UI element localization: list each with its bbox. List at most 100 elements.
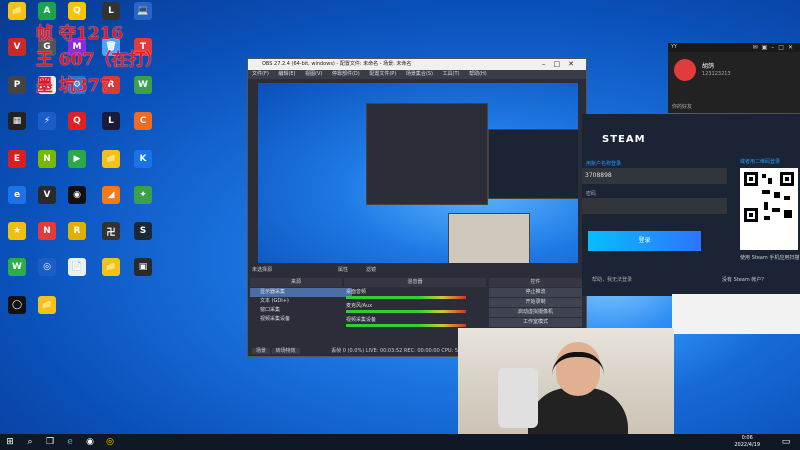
desktop-icon[interactable]: ★: [2, 222, 32, 242]
app-icon: ▦: [8, 112, 26, 130]
menu-scene-collection[interactable]: 场景集合(S): [406, 71, 433, 77]
chat-title: YY: [671, 44, 678, 50]
desktop-icon[interactable]: ▣: [128, 258, 158, 278]
menu-file[interactable]: 文件(F): [252, 71, 269, 77]
avatar[interactable]: [674, 59, 696, 81]
signup-text[interactable]: 没有 Steam 帐户？: [722, 276, 766, 283]
desktop-icon[interactable]: ◯: [2, 296, 32, 316]
filters-button[interactable]: 滤镜: [366, 266, 376, 275]
desktop-icon[interactable]: V: [2, 38, 32, 58]
obs-preview[interactable]: [258, 83, 578, 263]
app-icon: P: [8, 76, 26, 94]
window-controls[interactable]: –□✕: [542, 59, 582, 70]
app-icon: N: [38, 150, 56, 168]
desktop-icon[interactable]: L: [96, 2, 126, 22]
desktop-icon[interactable]: N: [32, 222, 62, 242]
desktop-icon[interactable]: E: [2, 150, 32, 170]
chat-window-controls[interactable]: ✉▣–□✕: [753, 43, 797, 52]
desktop-icon[interactable]: C: [128, 112, 158, 132]
app-icon: 📁: [8, 2, 26, 20]
qr-code: [740, 168, 798, 250]
desktop-icon[interactable]: L: [96, 112, 126, 132]
menu-profile[interactable]: 配置文件(P): [369, 71, 396, 77]
desktop-icon[interactable]: K: [128, 150, 158, 170]
start-recording-button[interactable]: 开始录制: [489, 298, 582, 307]
taskbar: ⊞ ⌕ ❒ e ◉ ◎ 0:06 2022/4/19 ▭: [0, 434, 800, 450]
overlay-line-1: 帧 夺1216: [36, 24, 124, 44]
chat-titlebar[interactable]: YY ✉▣–□✕: [668, 43, 800, 52]
app-icon: ◢: [102, 186, 120, 204]
desktop-icon[interactable]: V: [32, 186, 62, 206]
app-taskbar-icon[interactable]: ◎: [104, 436, 116, 448]
source-item[interactable]: 窗口采集: [250, 306, 352, 315]
menu-tools[interactable]: 工具(T): [443, 71, 460, 77]
login-button[interactable]: 登录: [588, 231, 701, 251]
system-clock[interactable]: 0:06 2022/4/19: [734, 435, 760, 449]
desktop-icon[interactable]: e: [2, 186, 32, 206]
desktop-icon[interactable]: ▶: [62, 150, 92, 170]
menu-edit[interactable]: 编辑(E): [278, 71, 295, 77]
desktop-icon[interactable]: 卍: [96, 222, 126, 242]
desktop-icon[interactable]: ◢: [96, 186, 126, 206]
obs-window[interactable]: OBS 27.2.4 (64-bit, windows) - 配置文件: 未命名…: [247, 58, 590, 357]
task-view-icon[interactable]: ❒: [44, 436, 56, 448]
tab-transitions[interactable]: 转场特效: [271, 348, 300, 354]
desktop-icon[interactable]: ◉: [62, 186, 92, 206]
desktop-icon[interactable]: 📁: [32, 296, 62, 316]
desktop-icon[interactable]: Q: [62, 2, 92, 22]
menu-view[interactable]: 视图(V): [305, 71, 322, 77]
app-icon: ◯: [8, 296, 26, 314]
desktop-icon[interactable]: 📁: [96, 150, 126, 170]
virtual-camera-button[interactable]: 启动虚拟摄像机: [489, 308, 582, 317]
desktop-icon[interactable]: ✦: [128, 186, 158, 206]
app-icon: ◎: [38, 258, 56, 276]
tab-scenes[interactable]: 场景: [252, 348, 271, 354]
windows-start-icon[interactable]: ⊞: [4, 436, 16, 448]
desktop-icon[interactable]: ⚡: [32, 112, 62, 132]
app-icon: 📁: [102, 150, 120, 168]
stop-streaming-button[interactable]: 停止推流: [489, 288, 582, 297]
app-icon: C: [134, 112, 152, 130]
password-field[interactable]: [582, 198, 727, 214]
desktop-icon[interactable]: A: [32, 2, 62, 22]
account-field[interactable]: 3708898: [582, 168, 727, 184]
desktop-icon[interactable]: ▦: [2, 112, 32, 132]
desktop-icon[interactable]: 💻: [128, 2, 158, 22]
desktop-icon[interactable]: Q: [62, 112, 92, 132]
desktop-icon[interactable]: 📄: [62, 258, 92, 278]
desktop-icon[interactable]: R: [62, 222, 92, 242]
desktop-icon[interactable]: W: [128, 76, 158, 96]
menu-docks[interactable]: 停靠部件(D): [332, 71, 360, 77]
steam-taskbar-icon[interactable]: ◉: [84, 436, 96, 448]
steam-login-window[interactable]: STEAM 用账户名称登录 3708898 密码 登录 帮助，我无法登录 或者用…: [582, 114, 800, 296]
help-link[interactable]: 帮助，我无法登录: [592, 276, 632, 283]
properties-button[interactable]: 属性: [338, 266, 348, 275]
desktop-icon[interactable]: P: [2, 76, 32, 96]
app-icon: 卍: [102, 222, 120, 240]
obs-titlebar[interactable]: OBS 27.2.4 (64-bit, windows) - 配置文件: 未命名…: [248, 59, 586, 70]
source-item[interactable]: 显示器采集: [250, 288, 352, 297]
desktop-icon[interactable]: 📁: [96, 258, 126, 278]
source-item[interactable]: 视频采集设备: [250, 315, 352, 324]
studio-mode-button[interactable]: 工作室模式: [489, 318, 582, 327]
sources-header: 来源: [250, 278, 342, 287]
clock-date: 2022/4/19: [734, 442, 760, 448]
desktop-icon[interactable]: S: [128, 222, 158, 242]
desktop-icon[interactable]: ◎: [32, 258, 62, 278]
menu-help[interactable]: 帮助(H): [469, 71, 487, 77]
app-icon: E: [8, 150, 26, 168]
search-icon[interactable]: ⌕: [24, 436, 36, 448]
app-icon: W: [134, 76, 152, 94]
password-label: 密码: [586, 191, 597, 197]
preview-webcam: [448, 213, 530, 263]
desktop-icon[interactable]: N: [32, 150, 62, 170]
desktop-icon[interactable]: 📁: [2, 2, 32, 22]
app-icon: ⚡: [38, 112, 56, 130]
edge-icon[interactable]: e: [64, 436, 76, 448]
notification-icon[interactable]: ▭: [780, 436, 792, 448]
source-item[interactable]: 文本 (GDI+): [250, 297, 352, 306]
chat-window[interactable]: YY ✉▣–□✕ 胡鸽 123123213 你的好友: [668, 43, 800, 113]
no-source-bar: 未选择源 属性 滤镜: [248, 266, 590, 275]
desktop-icon[interactable]: W: [2, 258, 32, 278]
controls-header: 控件: [489, 278, 582, 287]
